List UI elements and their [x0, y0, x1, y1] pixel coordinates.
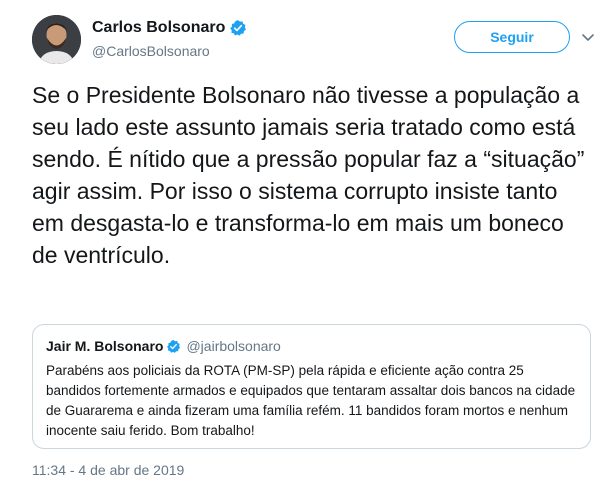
avatar[interactable] — [32, 15, 81, 64]
quoted-tweet-header: Jair M. Bolsonaro @jairbolsonaro — [46, 336, 578, 356]
quoted-author-handle: @jairbolsonaro — [186, 338, 281, 354]
quoted-author-name: Jair M. Bolsonaro — [46, 338, 164, 354]
tweet-timestamp[interactable]: 11:34 - 4 de abr de 2019 — [32, 462, 184, 478]
tweet-header: Carlos Bolsonaro @CarlosBolsonaro Seguir — [32, 15, 602, 65]
tweet-text: Se o Presidente Bolsonaro não tivesse a … — [32, 82, 585, 268]
verified-badge-icon — [167, 339, 181, 353]
chevron-down-icon[interactable] — [580, 29, 596, 45]
author-name-row: Carlos Bolsonaro — [92, 19, 247, 37]
author-display-name[interactable]: Carlos Bolsonaro — [92, 19, 225, 37]
verified-badge-icon — [230, 20, 247, 36]
quoted-tweet-text: Parabéns aos policiais da ROTA (PM-SP) p… — [46, 363, 576, 438]
follow-button[interactable]: Seguir — [454, 21, 570, 53]
quoted-tweet[interactable]: Jair M. Bolsonaro @jairbolsonaro Parabén… — [32, 324, 591, 449]
author-handle[interactable]: @CarlosBolsonaro — [92, 43, 210, 59]
